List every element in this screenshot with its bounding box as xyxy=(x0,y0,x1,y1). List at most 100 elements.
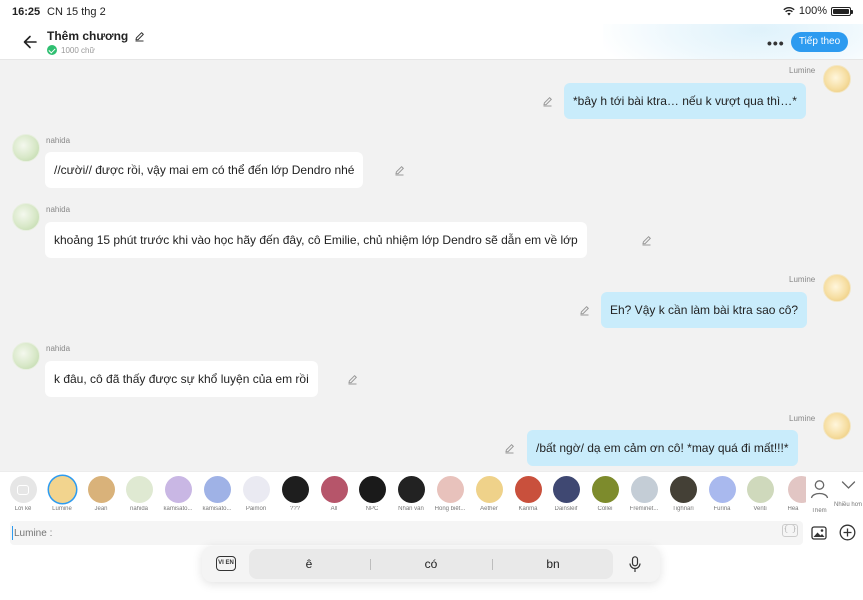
speaker-name: Lumine xyxy=(789,275,816,284)
battery-percent: 100% xyxy=(798,5,827,17)
composer: { } xyxy=(0,518,863,548)
message-bubble[interactable]: khoảng 15 phút trước khi vào học hãy đến… xyxy=(45,222,587,258)
character-item[interactable]: Karima xyxy=(509,476,547,512)
character-selector: Lời kể Lumine Jean nahida kamisato... ka… xyxy=(0,471,863,518)
message-input-wrapper xyxy=(10,521,803,545)
character-item[interactable]: Aether xyxy=(470,476,508,512)
character-item[interactable]: Jean xyxy=(82,476,120,512)
image-icon[interactable] xyxy=(811,526,827,540)
battery-icon xyxy=(831,6,853,16)
message-bubble[interactable]: *bây h tới bài ktra… nếu k vượt qua thì…… xyxy=(564,83,806,119)
text-caret xyxy=(12,526,13,540)
edit-message-icon[interactable] xyxy=(641,235,652,246)
message-bubble[interactable]: k đâu, cô đã thấy được sự khổ luyện của … xyxy=(45,361,318,397)
character-item[interactable]: Hea xyxy=(780,476,806,512)
wifi-icon xyxy=(783,6,795,16)
character-item[interactable]: Lumine xyxy=(43,476,81,512)
avatar[interactable] xyxy=(823,274,851,302)
character-avatar xyxy=(591,476,619,503)
message-bubble[interactable]: //cười// được rồi, vậy mai em có thể đến… xyxy=(45,152,364,188)
next-button[interactable]: Tiếp theo xyxy=(791,32,848,52)
speaker-name: Lumine xyxy=(789,414,816,423)
speaker-name: nahida xyxy=(46,344,71,353)
avatar[interactable] xyxy=(12,342,40,370)
check-circle-icon xyxy=(47,45,57,55)
keyboard-suggestion-bar: VI EN ê có bn xyxy=(202,546,660,582)
edit-message-icon[interactable] xyxy=(542,96,553,107)
speaker-name: nahida xyxy=(46,205,71,214)
edit-message-icon[interactable] xyxy=(579,305,590,316)
edit-title-icon[interactable] xyxy=(134,31,145,42)
character-avatar xyxy=(164,476,192,503)
character-item[interactable]: Furina xyxy=(703,476,741,512)
edit-message-icon[interactable] xyxy=(394,165,405,176)
edit-message-icon[interactable] xyxy=(504,443,515,454)
story-icon xyxy=(9,476,37,503)
edit-message-icon[interactable] xyxy=(347,374,358,385)
suggestion-pill: ê có bn xyxy=(249,549,613,579)
suggestion-item[interactable]: ê xyxy=(249,549,369,579)
avatar[interactable] xyxy=(12,203,40,231)
status-indicators: 100% xyxy=(783,5,853,17)
chat-area[interactable]: Lumine *bây h tới bài ktra… nếu k vượt q… xyxy=(0,60,863,470)
character-item[interactable]: nahida xyxy=(120,476,158,512)
character-narrator[interactable]: Lời kể xyxy=(4,476,42,512)
more-options-button[interactable]: ••• xyxy=(767,35,785,51)
character-avatar xyxy=(281,476,309,503)
character-item[interactable]: Freminet... xyxy=(625,476,663,512)
character-avatar xyxy=(746,476,774,503)
avatar[interactable] xyxy=(12,134,40,162)
back-arrow-icon[interactable] xyxy=(20,32,40,52)
character-item[interactable]: kamisato... xyxy=(198,476,236,512)
character-item[interactable]: Paimon xyxy=(237,476,275,512)
suggestion-item[interactable]: có xyxy=(371,549,491,579)
suggestion-item[interactable]: bn xyxy=(493,549,613,579)
status-bar: 16:25 CN 15 thg 2 100% xyxy=(0,0,863,24)
chapter-header: Thêm chương 1000 chữ ••• Tiếp theo xyxy=(0,24,863,60)
avatar[interactable] xyxy=(823,412,851,440)
character-avatar xyxy=(669,476,697,503)
add-character-button[interactable]: Thêm xyxy=(804,476,834,514)
message-input[interactable] xyxy=(10,521,803,545)
avatar[interactable] xyxy=(823,65,851,93)
add-circle-icon[interactable] xyxy=(839,524,856,541)
speaker-name: nahida xyxy=(46,136,71,145)
speaker-name: Lumine xyxy=(789,66,816,75)
character-avatar xyxy=(242,476,270,503)
microphone-icon[interactable] xyxy=(629,556,641,573)
word-count: 1000 chữ xyxy=(61,45,95,55)
message-bubble[interactable]: Eh? Vậy k cần làm bài ktra sao cô? xyxy=(601,292,808,328)
page-title: Thêm chương xyxy=(47,29,129,43)
character-item[interactable]: NPC xyxy=(353,476,391,512)
character-avatar xyxy=(514,476,542,503)
title-block: Thêm chương 1000 chữ xyxy=(47,29,145,55)
more-characters-button[interactable]: Nhiều hơn xyxy=(833,476,863,517)
character-avatar xyxy=(358,476,386,503)
character-item[interactable]: Venti xyxy=(741,476,779,512)
character-avatar xyxy=(436,476,464,503)
character-item[interactable]: Tighnari xyxy=(664,476,702,512)
character-avatar xyxy=(87,476,115,503)
character-avatar xyxy=(320,476,348,503)
character-item[interactable]: Dainsleif xyxy=(547,476,585,512)
brace-icon[interactable]: { } xyxy=(782,524,798,537)
character-item[interactable]: Collei xyxy=(586,476,624,512)
character-item[interactable]: Nhân vân xyxy=(392,476,430,512)
character-avatar xyxy=(397,476,425,503)
character-item[interactable]: All xyxy=(315,476,353,512)
chevron-down-icon xyxy=(841,481,855,489)
language-switch-icon[interactable]: VI EN xyxy=(216,556,236,571)
character-avatar xyxy=(48,476,76,503)
character-avatar xyxy=(125,476,153,503)
character-avatar xyxy=(708,476,736,503)
character-avatar xyxy=(552,476,580,503)
add-person-icon xyxy=(810,480,828,499)
status-time: 16:25 xyxy=(12,6,41,18)
character-avatar xyxy=(630,476,658,503)
character-item[interactable]: Hong biểt... xyxy=(431,476,469,512)
message-bubble[interactable]: /bất ngờ/ dạ em cảm ơn cô! *may quá đi m… xyxy=(527,430,798,466)
character-avatar xyxy=(203,476,231,503)
character-item[interactable]: ??? xyxy=(276,476,314,512)
character-item[interactable]: kamisato... xyxy=(159,476,197,512)
status-date: CN 15 thg 2 xyxy=(47,6,106,18)
